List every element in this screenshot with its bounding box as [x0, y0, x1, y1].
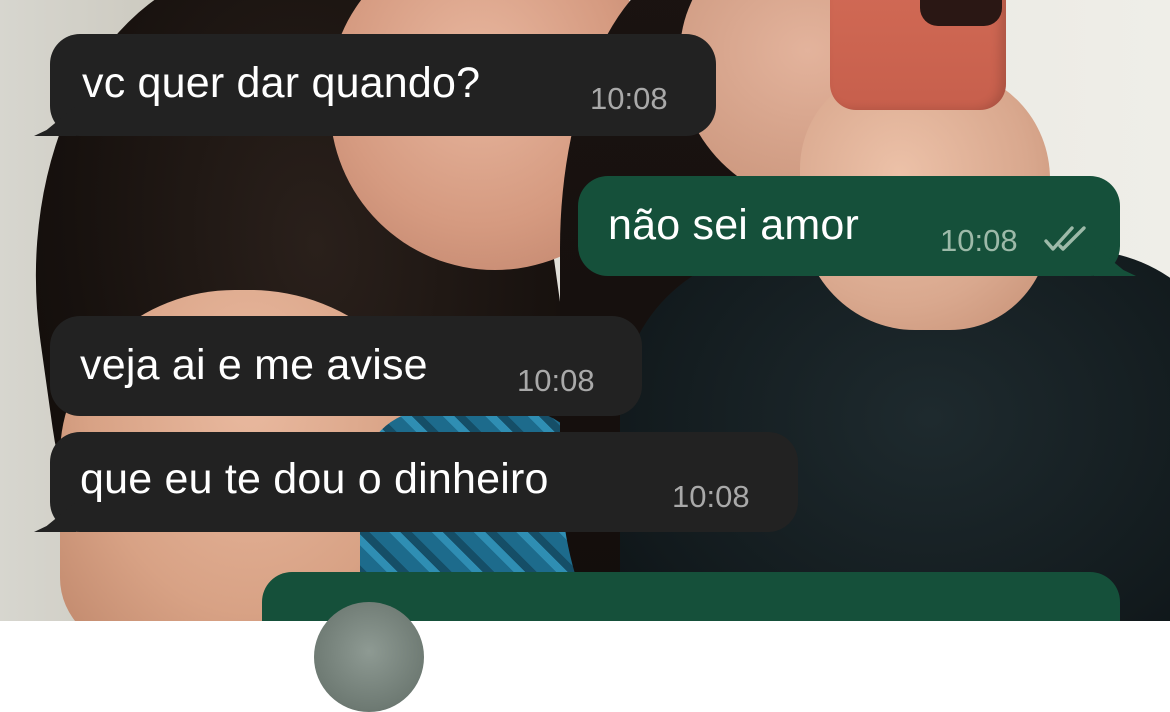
message-timestamp: 10:08 — [590, 81, 668, 116]
message-bubble-incoming[interactable]: que eu te dou o dinheiro 10:08 — [50, 432, 798, 532]
avatar — [314, 602, 424, 712]
message-text: que eu te dou o dinheiro — [80, 455, 549, 503]
message-timestamp: 10:08 — [517, 363, 595, 398]
message-timestamp: 10:08 — [940, 223, 1018, 258]
message-bubble-outgoing-partial[interactable] — [262, 572, 1120, 712]
double-check-icon — [1044, 226, 1086, 251]
message-text: veja ai e me avise — [80, 341, 428, 389]
message-timestamp: 10:08 — [672, 479, 750, 514]
message-bubble-incoming[interactable]: veja ai e me avise 10:08 — [50, 316, 642, 416]
message-text: vc quer dar quando? — [82, 59, 481, 107]
message-text: não sei amor — [608, 201, 859, 249]
message-bubble-incoming[interactable]: vc quer dar quando? 10:08 — [50, 34, 716, 136]
message-bubble-outgoing[interactable]: não sei amor 10:08 — [578, 176, 1120, 276]
wallpaper-phone-camera — [920, 0, 1002, 26]
